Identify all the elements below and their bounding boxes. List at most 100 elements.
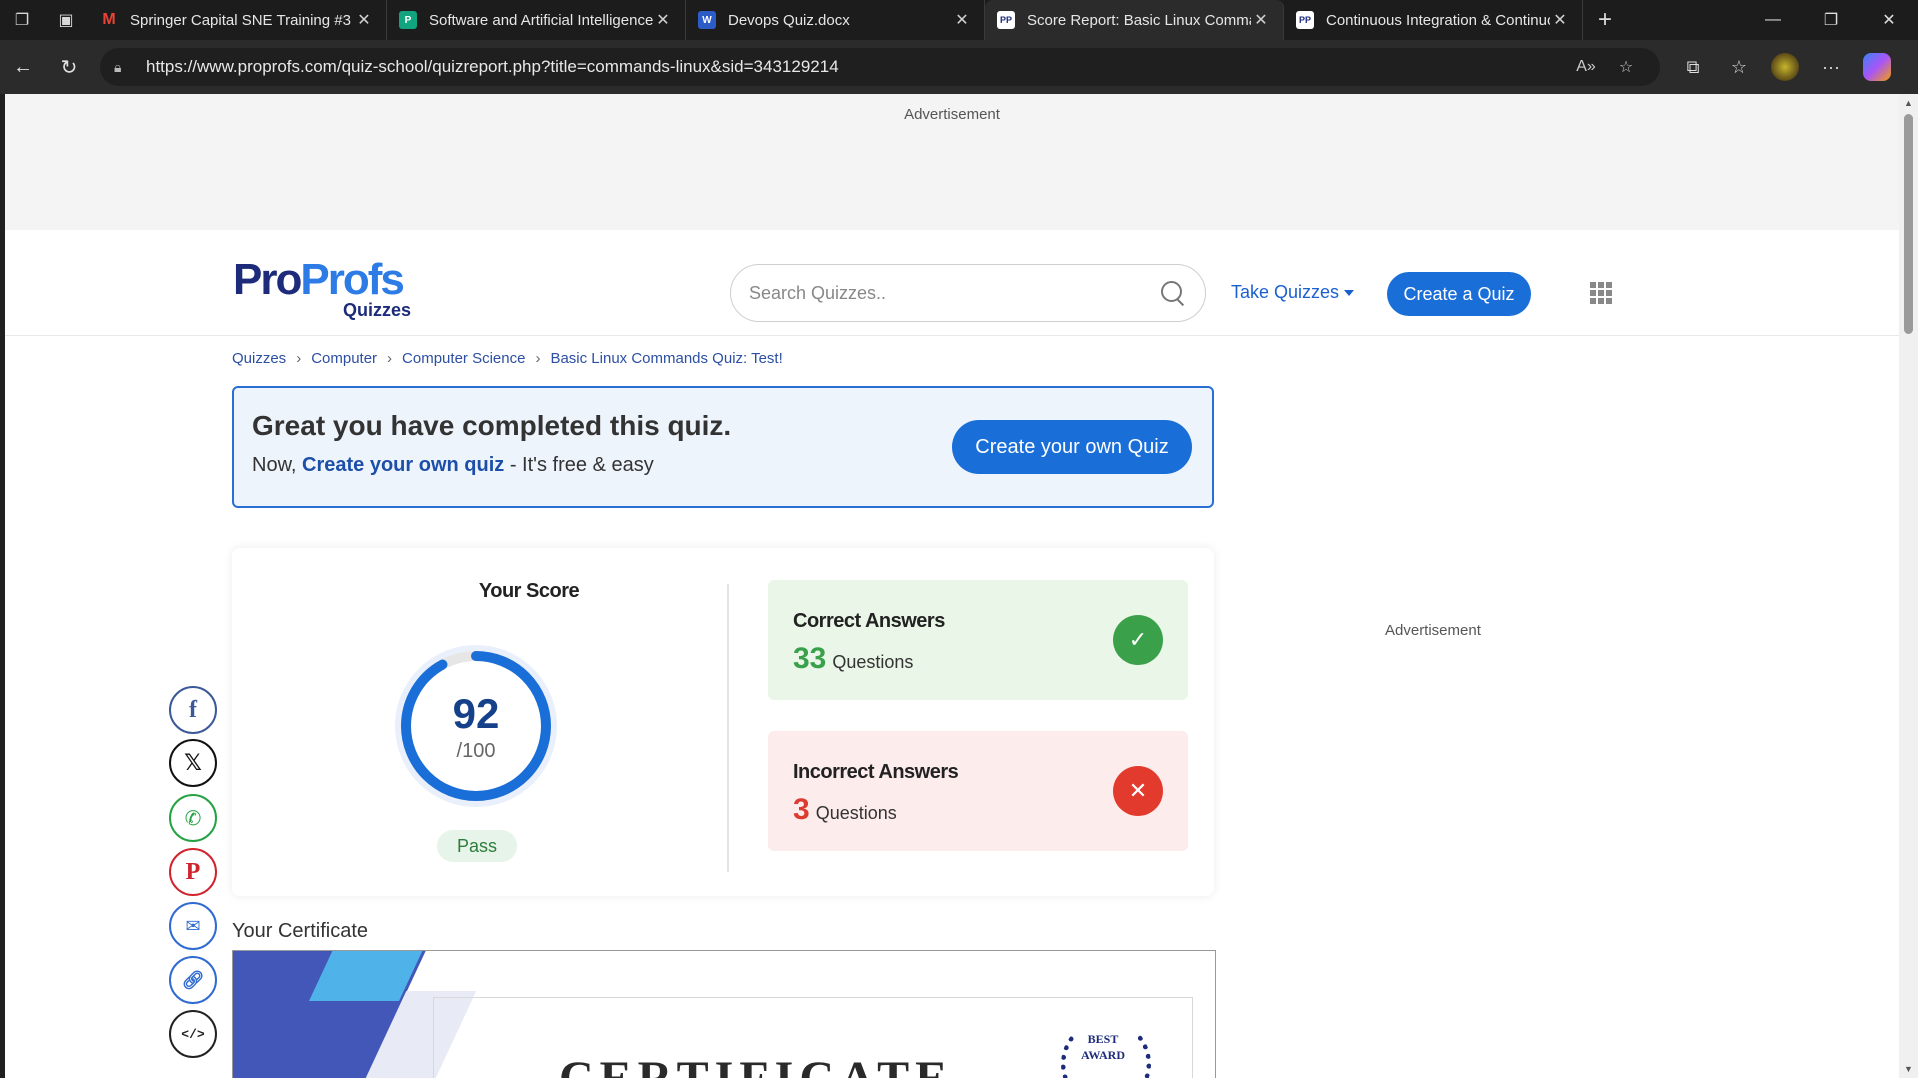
score-ring: 92 /100 <box>394 644 558 808</box>
word-icon: W <box>698 11 716 29</box>
incorrect-count: 3 <box>793 793 810 826</box>
breadcrumb-separator: › <box>535 350 541 367</box>
breadcrumb-computer[interactable]: Computer <box>311 350 377 367</box>
embed-code-icon[interactable]: </> <box>169 1010 217 1058</box>
whatsapp-share-icon[interactable]: ✆ <box>169 794 217 842</box>
award-line-1: BEST <box>1087 1032 1119 1046</box>
certificate-heading: CERTIFICATE <box>559 1051 953 1078</box>
breadcrumb-computer-science[interactable]: Computer Science <box>402 350 525 367</box>
url-text[interactable]: https://www.proprofs.com/quiz-school/qui… <box>146 57 1566 77</box>
completion-subtext: Now, Create your own quiz - It's free & … <box>252 454 654 477</box>
back-arrow-icon[interactable]: ← <box>0 44 46 90</box>
copilot-icon[interactable] <box>1863 53 1891 81</box>
favorite-star-icon[interactable]: ☆ <box>1606 57 1646 77</box>
pinterest-share-icon[interactable]: P <box>169 848 217 896</box>
correct-answers-title: Correct Answers <box>793 610 945 632</box>
page-viewport: Advertisement ProProfs Quizzes Take Quiz… <box>5 94 1899 1078</box>
side-ad-label: Advertisement <box>1385 622 1481 639</box>
logo-text-2: Profs <box>300 255 404 304</box>
email-share-icon[interactable]: ✉ <box>169 902 217 950</box>
create-own-quiz-link[interactable]: Create your own quiz <box>302 454 504 476</box>
scroll-up-icon[interactable]: ▲ <box>1903 98 1914 108</box>
tab-close-icon[interactable]: ✕ <box>1550 10 1570 30</box>
card-divider <box>727 584 729 872</box>
browser-tab[interactable]: PP Continuous Integration & Continuous ✕ <box>1284 0 1583 40</box>
award-line-2: AWARD <box>1080 1048 1125 1062</box>
tab-title: Software and Artificial Intelligence <box>429 11 653 29</box>
award-seal-icon: BEST AWARD <box>1053 1019 1153 1078</box>
browser-tab-bar: ❐ ▣ M Springer Capital SNE Training #3 ✕ P S… <box>0 0 1918 40</box>
proprofs-logo[interactable]: ProProfs Quizzes <box>233 258 411 321</box>
tab-close-icon[interactable]: ✕ <box>952 10 972 30</box>
tab-close-icon[interactable]: ✕ <box>1251 10 1271 30</box>
extensions-icon[interactable]: ⧉ <box>1670 44 1716 90</box>
search-icon[interactable] <box>1159 279 1187 307</box>
browser-tab[interactable]: PP Score Report: Basic Linux Commands✕ <box>985 0 1284 40</box>
link-share-icon[interactable]: 🔗︎ <box>169 956 217 1004</box>
close-window-icon[interactable]: ✕ <box>1860 0 1918 40</box>
restore-icon[interactable]: ❐ <box>1802 0 1860 40</box>
facebook-share-icon[interactable]: f <box>169 686 217 734</box>
take-quizzes-label: Take Quizzes <box>1231 282 1340 302</box>
ad-label: Advertisement <box>904 106 1000 123</box>
score-value: 92 <box>452 690 500 737</box>
logo-subtitle: Quizzes <box>343 300 412 320</box>
page-scrollbar[interactable]: ▲ ▼ <box>1899 94 1918 1078</box>
your-score-label: Your Score <box>478 580 580 602</box>
take-quizzes-dropdown[interactable]: Take Quizzes <box>1231 282 1355 303</box>
certificate-title: Your Certificate <box>232 920 368 942</box>
vertical-tabs-icon[interactable]: ▣ <box>44 0 88 40</box>
pass-status-badge: Pass <box>437 830 517 862</box>
incorrect-unit: Questions <box>815 803 897 823</box>
new-tab-button[interactable]: + <box>1583 0 1627 40</box>
tab-title: Springer Capital SNE Training #3 <box>130 11 351 29</box>
incorrect-answers-count-line: 3 Questions <box>793 793 897 827</box>
scroll-down-icon[interactable]: ▼ <box>1903 1064 1914 1074</box>
browser-tab[interactable]: W Devops Quiz.docx ✕ <box>686 0 985 40</box>
apps-grid-icon[interactable] <box>1590 282 1612 304</box>
caret-down-icon <box>1344 289 1355 296</box>
breadcrumb-quizzes[interactable]: Quizzes <box>232 350 286 367</box>
tab-close-icon[interactable]: ✕ <box>354 10 374 30</box>
tab-title: Devops Quiz.docx <box>728 11 850 29</box>
cross-icon: ✕ <box>1113 766 1163 816</box>
incorrect-answers-title: Incorrect Answers <box>793 761 959 783</box>
scrollbar-thumb[interactable] <box>1904 114 1913 334</box>
breadcrumb-separator: › <box>387 350 393 367</box>
score-denominator: /100 <box>456 740 496 762</box>
completion-suffix: - It's free & easy <box>504 454 654 476</box>
proprofs-icon: PP <box>997 11 1015 29</box>
tab-title: Score Report: Basic Linux Commands <box>1027 11 1251 29</box>
certificate-preview[interactable]: CERTIFICATE BEST AWARD <box>232 950 1216 1078</box>
create-quiz-button[interactable]: Create a Quiz <box>1387 272 1531 316</box>
refresh-icon[interactable]: ↻ <box>46 44 92 90</box>
window-controls: — ❐ ✕ <box>1744 0 1918 40</box>
planner-icon: P <box>399 11 417 29</box>
minimize-icon[interactable]: — <box>1744 0 1802 40</box>
workspaces-icon[interactable]: ❐ <box>0 0 44 40</box>
correct-answers-box: Correct Answers 33 Questions ✓ <box>768 580 1188 700</box>
browser-tab[interactable]: P Software and Artificial Intelligence ✕ <box>387 0 686 40</box>
x-share-icon[interactable]: 𝕏 <box>169 739 217 787</box>
url-field[interactable]: 🔒︎ https://www.proprofs.com/quiz-school/… <box>100 48 1660 86</box>
tab-title: Continuous Integration & Continuous <box>1326 11 1550 29</box>
create-own-quiz-button[interactable]: Create your own Quiz <box>952 420 1192 474</box>
more-menu-icon[interactable]: ··· <box>1808 44 1854 90</box>
read-aloud-icon[interactable]: A» <box>1566 58 1606 76</box>
browser-tab[interactable]: M Springer Capital SNE Training #3 ✕ <box>88 0 387 40</box>
incorrect-answers-box: Incorrect Answers 3 Questions ✕ <box>768 731 1188 851</box>
checkmark-icon: ✓ <box>1113 615 1163 665</box>
correct-answers-count-line: 33 Questions <box>793 642 913 676</box>
top-advertisement: Advertisement <box>5 94 1899 230</box>
lock-icon[interactable]: 🔒︎ <box>114 59 136 76</box>
tab-close-icon[interactable]: ✕ <box>653 10 673 30</box>
favorites-icon[interactable]: ☆ <box>1716 44 1762 90</box>
search-input[interactable] <box>749 282 1159 304</box>
search-box[interactable] <box>730 264 1206 322</box>
site-header: ProProfs Quizzes Take Quizzes Create a Q… <box>5 230 1899 336</box>
correct-count: 33 <box>793 642 827 675</box>
proprofs-icon: PP <box>1296 11 1314 29</box>
profile-avatar[interactable] <box>1771 53 1799 81</box>
completion-banner: Great you have completed this quiz. Now,… <box>232 386 1214 508</box>
breadcrumb-quiz-title[interactable]: Basic Linux Commands Quiz: Test! <box>550 350 782 367</box>
